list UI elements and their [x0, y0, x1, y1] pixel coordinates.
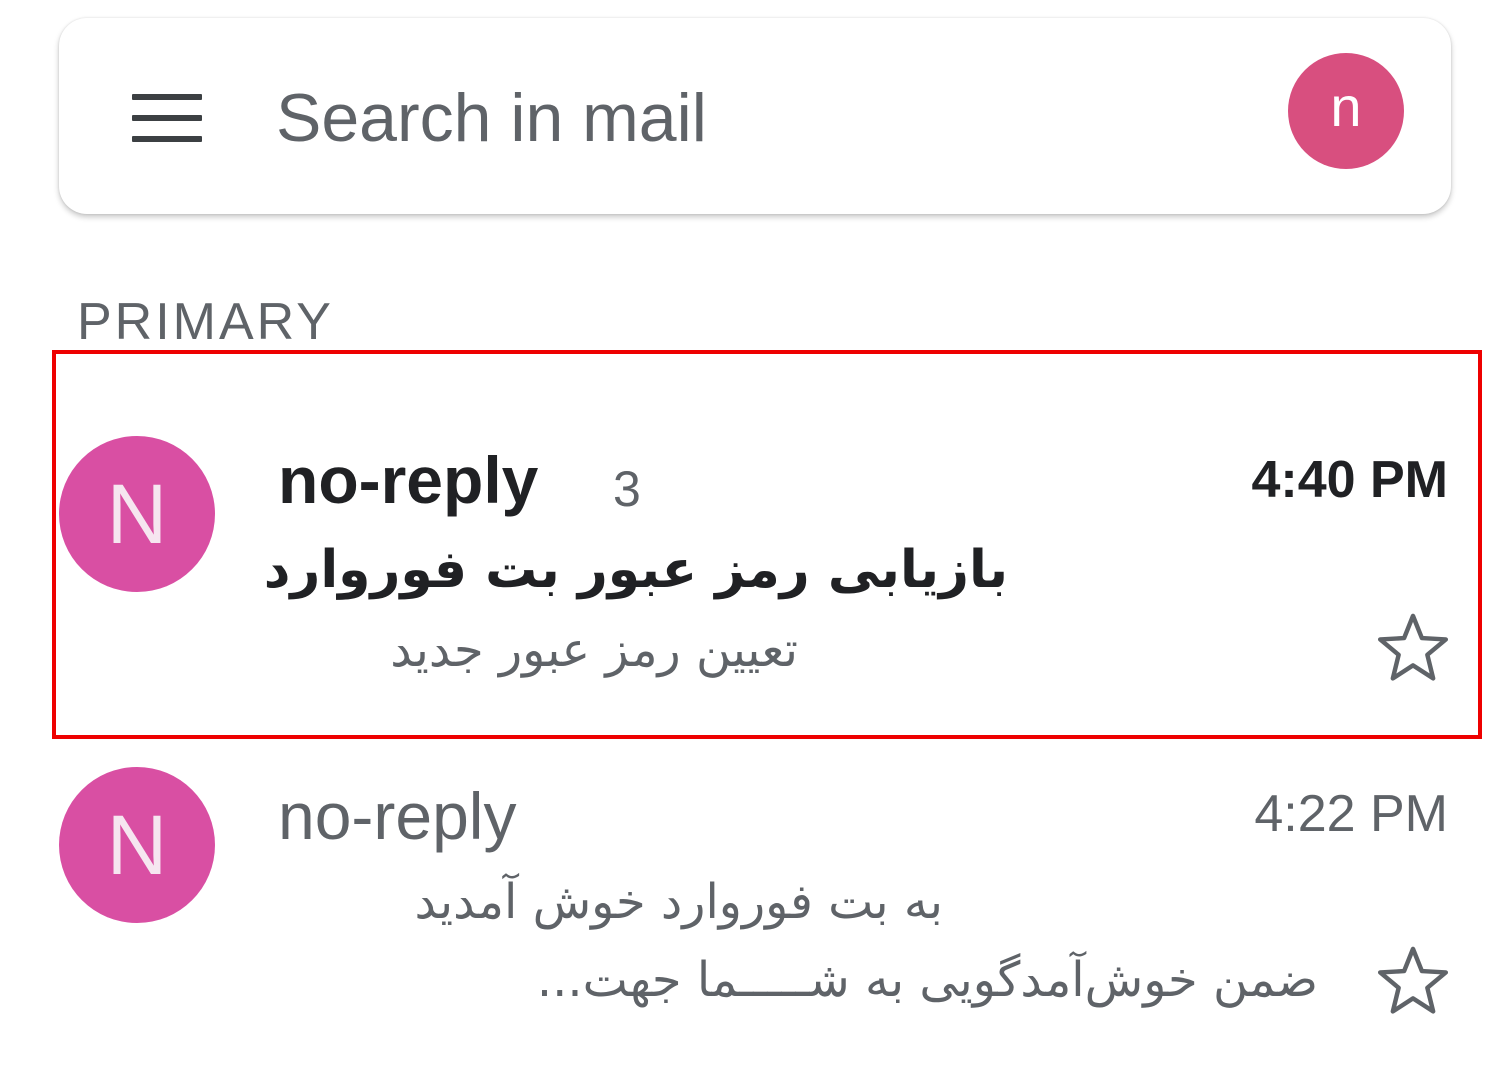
- gmail-inbox-screen: n PRIMARY N no-reply 3 4:40 PM بازیابی ر…: [0, 0, 1492, 1065]
- email-time: 4:22 PM: [1254, 785, 1448, 843]
- sender-name: no-reply: [278, 443, 539, 517]
- sender-avatar[interactable]: N: [59, 767, 215, 923]
- email-subject: بازیابی رمز عبور بت فوروارد: [263, 540, 1008, 600]
- sender-name: no-reply: [278, 779, 517, 853]
- email-subject: به بت فوروارد خوش آمدید: [414, 874, 943, 930]
- hamburger-menu-icon[interactable]: [132, 94, 202, 142]
- search-bar: n: [59, 18, 1451, 214]
- email-list-item[interactable]: N no-reply 3 4:40 PM بازیابی رمز عبور بت…: [0, 350, 1492, 739]
- section-label-primary: PRIMARY: [77, 293, 334, 351]
- star-icon[interactable]: [1372, 607, 1454, 689]
- account-avatar[interactable]: n: [1288, 53, 1404, 169]
- email-snippet: تعیین رمز عبور جدید: [390, 622, 798, 678]
- email-snippet: ضمن خوش‌آمدگویی به شـــــما جهت...: [536, 952, 1318, 1008]
- email-list-item[interactable]: N no-reply 4:22 PM به بت فوروارد خوش آمد…: [0, 752, 1492, 1052]
- thread-count: 3: [613, 461, 641, 517]
- sender-avatar[interactable]: N: [59, 436, 215, 592]
- search-input[interactable]: [276, 68, 1226, 168]
- star-icon[interactable]: [1372, 940, 1454, 1022]
- email-time: 4:40 PM: [1251, 451, 1448, 509]
